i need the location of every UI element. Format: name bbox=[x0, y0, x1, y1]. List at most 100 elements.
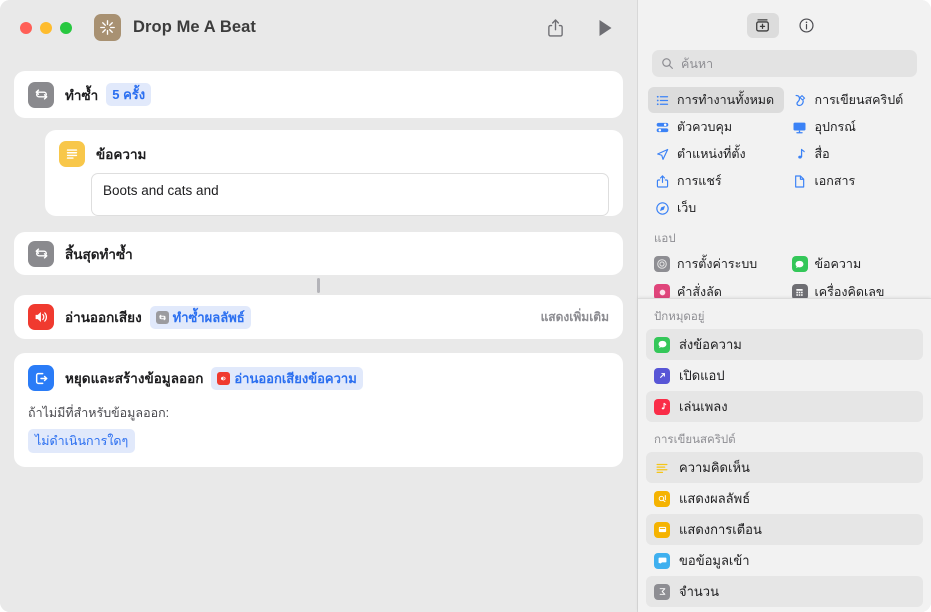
stop-and-output-action-row[interactable]: หยุดและสร้างข้อมูลออก อ่านออกเสียงข้อควา… bbox=[14, 353, 623, 397]
number-icon bbox=[654, 583, 670, 600]
list-item-send-message[interactable]: ส่งข้อความ bbox=[646, 329, 923, 360]
category-label: เอกสาร bbox=[814, 174, 856, 188]
pinned-and-scripting-overlay: ปักหมุดอยู่ ส่งข้อความ เปิดแอป เล่นเพลง … bbox=[638, 298, 931, 612]
no-output-value[interactable]: ไม่ดำเนินการใดๆ bbox=[28, 429, 136, 453]
page-title: Drop Me A Beat bbox=[133, 18, 257, 36]
list-item-play-music[interactable]: เล่นเพลง bbox=[646, 391, 923, 422]
app-item-system-settings[interactable]: การตั้งค่าระบบ bbox=[648, 251, 784, 277]
list-item-quick-look[interactable]: แสดงผลลัพธ์ bbox=[646, 483, 923, 514]
list-item-label: ขอข้อมูลเข้า bbox=[679, 553, 750, 568]
speak-text-action-row[interactable]: อ่านออกเสียง ทำซ้ำผลลัพธ์ แสดงเพิ่มเติม bbox=[14, 295, 623, 339]
shortcuts-icon[interactable] bbox=[94, 14, 121, 41]
repeat-count-token[interactable]: 5 ครั้ง bbox=[106, 83, 152, 106]
shortcut-editor-pane: Drop Me A Beat ทำซ้ำ 5 ครั้ง ข้อความ Boo… bbox=[0, 0, 637, 612]
app-item-label: การตั้งค่าระบบ bbox=[677, 257, 758, 271]
category-label: อุปกรณ์ bbox=[814, 120, 856, 134]
share-up-icon bbox=[654, 173, 670, 189]
app-item-label: ข้อความ bbox=[814, 257, 862, 271]
play-icon[interactable] bbox=[591, 14, 619, 42]
repeat-icon bbox=[155, 310, 169, 324]
stop-output-icon bbox=[28, 365, 54, 391]
list-item-label: ส่งข้อความ bbox=[679, 337, 742, 352]
text-action-label: ข้อความ bbox=[96, 147, 147, 162]
messages-icon bbox=[791, 256, 808, 272]
pinned-section-header: ปักหมุดอยู่ bbox=[654, 311, 705, 323]
category-label: ตำแหน่งที่ตั้ง bbox=[677, 147, 746, 161]
list-item-label: แสดงผลลัพธ์ bbox=[679, 491, 751, 506]
list-item-show-alert[interactable]: แสดงการเตือน bbox=[646, 514, 923, 545]
document-icon bbox=[792, 173, 808, 189]
speak-text-action[interactable]: อ่านออกเสียง ทำซ้ำผลลัพธ์ แสดงเพิ่มเติม bbox=[14, 295, 623, 339]
stop-and-output-action[interactable]: หยุดและสร้างข้อมูลออก อ่านออกเสียงข้อควา… bbox=[14, 353, 623, 467]
list-item-choose-from-menu[interactable]: เลือกจากเมนู bbox=[646, 607, 923, 612]
text-input-field[interactable]: Boots and cats and bbox=[91, 173, 609, 216]
search-input[interactable] bbox=[681, 56, 908, 71]
category-label: การแชร์ bbox=[677, 174, 722, 188]
window-titlebar: Drop Me A Beat bbox=[0, 0, 637, 55]
drop-indicator bbox=[317, 278, 320, 293]
apps-grid: การตั้งค่าระบบ ข้อความ คำสั่งลัด เครื่อง… bbox=[638, 251, 931, 305]
category-label: การเขียนสคริปต์ bbox=[814, 93, 904, 107]
library-add-icon[interactable] bbox=[746, 12, 779, 38]
repeat-body: ข้อความ Boots and cats and bbox=[14, 130, 623, 216]
zoom-window-button[interactable] bbox=[60, 21, 72, 34]
compass-icon bbox=[654, 200, 670, 216]
sliders-icon bbox=[654, 119, 670, 135]
category-scripting[interactable]: การเขียนสคริปต์ bbox=[786, 87, 922, 113]
category-media[interactable]: สื่อ bbox=[786, 141, 922, 167]
show-more-button[interactable]: แสดงเพิ่มเติม bbox=[541, 308, 609, 327]
repeat-action[interactable]: ทำซ้ำ 5 ครั้ง bbox=[14, 71, 623, 118]
share-icon[interactable] bbox=[541, 14, 569, 42]
action-library-sidebar: การทำงานทั้งหมด การเขียนสคริปต์ bbox=[637, 0, 931, 612]
no-output-label: ถ้าไม่มีที่สำหรับข้อมูลออก: bbox=[28, 406, 170, 420]
list-item-open-app[interactable]: เปิดแอป bbox=[646, 360, 923, 391]
minimize-window-button[interactable] bbox=[40, 21, 52, 34]
list-item-label: ความคิดเห็น bbox=[679, 460, 750, 475]
category-web[interactable]: เว็บ bbox=[648, 195, 784, 221]
list-item-label: แสดงการเตือน bbox=[679, 522, 762, 537]
end-repeat-action-label: สิ้นสุดทำซ้ำ bbox=[65, 246, 133, 262]
category-sharing[interactable]: การแชร์ bbox=[648, 168, 784, 194]
open-app-icon bbox=[654, 367, 670, 384]
search-bar[interactable] bbox=[652, 50, 917, 77]
list-bullet-icon bbox=[654, 92, 670, 108]
messages-icon bbox=[654, 336, 670, 353]
repeat-icon bbox=[28, 240, 54, 267]
category-all-actions[interactable]: การทำงานทั้งหมด bbox=[648, 87, 784, 113]
speak-text-output-token[interactable]: อ่านออกเสียงข้อความ bbox=[211, 366, 363, 390]
window-controls[interactable] bbox=[20, 21, 72, 34]
display-icon bbox=[792, 119, 808, 135]
app-item-messages[interactable]: ข้อความ bbox=[786, 251, 922, 277]
sidebar-toolbar bbox=[638, 0, 931, 50]
info-circle-icon[interactable] bbox=[791, 13, 823, 38]
category-controls[interactable]: ตัวควบคุม bbox=[648, 114, 784, 140]
apps-section-header: แอป bbox=[654, 233, 676, 245]
list-item-number[interactable]: จำนวน bbox=[646, 576, 923, 607]
end-repeat-action[interactable]: สิ้นสุดทำซ้ำ bbox=[14, 232, 623, 275]
category-label: ตัวควบคุม bbox=[677, 120, 733, 134]
play-music-icon bbox=[654, 398, 670, 415]
category-location[interactable]: ตำแหน่งที่ตั้ง bbox=[648, 141, 784, 167]
close-window-button[interactable] bbox=[20, 21, 32, 34]
ask-input-icon bbox=[654, 552, 670, 569]
repeat-action-row[interactable]: ทำซ้ำ 5 ครั้ง bbox=[14, 71, 623, 118]
quicklook-icon bbox=[654, 490, 670, 507]
music-note-icon bbox=[792, 146, 808, 162]
category-documents[interactable]: เอกสาร bbox=[786, 168, 922, 194]
list-item-comment[interactable]: ความคิดเห็น bbox=[646, 452, 923, 483]
text-action-row[interactable]: ข้อความ bbox=[45, 130, 623, 171]
category-devices[interactable]: อุปกรณ์ bbox=[786, 114, 922, 140]
category-label: สื่อ bbox=[814, 147, 830, 161]
repeat-results-token-label: ทำซ้ำผลลัพธ์ bbox=[172, 309, 245, 325]
speak-text-output-token-label: อ่านออกเสียงข้อความ bbox=[234, 370, 357, 386]
end-repeat-action-row[interactable]: สิ้นสุดทำซ้ำ bbox=[14, 232, 623, 275]
text-action[interactable]: ข้อความ Boots and cats and bbox=[45, 130, 623, 216]
speaker-icon bbox=[217, 371, 231, 385]
list-item-ask-for-input[interactable]: ขอข้อมูลเข้า bbox=[646, 545, 923, 576]
search-icon bbox=[661, 57, 674, 70]
speak-text-action-label: อ่านออกเสียง bbox=[65, 310, 142, 325]
comment-icon bbox=[654, 460, 670, 476]
shortcuts-window: Drop Me A Beat ทำซ้ำ 5 ครั้ง ข้อความ Boo… bbox=[0, 0, 931, 612]
repeat-results-token[interactable]: ทำซ้ำผลลัพธ์ bbox=[149, 305, 251, 329]
category-label: เว็บ bbox=[677, 201, 697, 215]
